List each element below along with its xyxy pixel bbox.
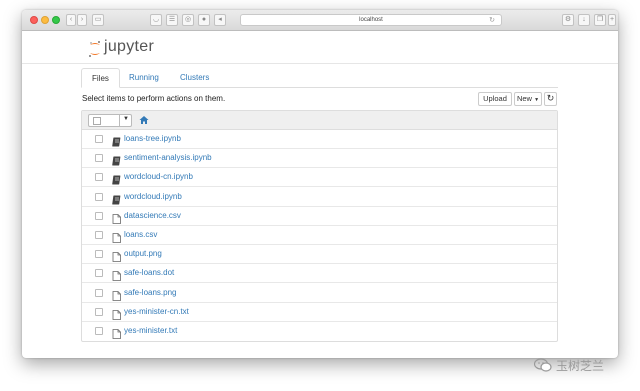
file-name-link[interactable]: safe-loans.dot (124, 268, 174, 277)
file-checkbox[interactable] (95, 250, 103, 259)
file-checkbox[interactable] (95, 192, 103, 201)
file-checkbox[interactable] (95, 154, 103, 163)
home-icon[interactable] (139, 115, 149, 125)
file-row[interactable]: sentiment-analysis.ipynb (82, 149, 557, 169)
pocket-icon[interactable]: ◡ (150, 14, 162, 26)
file-row[interactable]: wordcloud-cn.ipynb (82, 168, 557, 188)
file-icon (112, 211, 121, 224)
watermark-text: 玉树芝兰 (556, 359, 605, 373)
notebook-icon (112, 153, 121, 166)
file-icon (112, 268, 121, 282)
tabs-overview-icon[interactable]: ❐ (594, 14, 606, 26)
file-row[interactable]: safe-loans.png (82, 284, 557, 303)
reload-icon[interactable]: ↻ (489, 15, 495, 26)
address-bar-url: localhost (359, 17, 383, 23)
file-row[interactable]: loans-tree.ipynb (82, 130, 557, 149)
minimize-window-button[interactable] (41, 16, 49, 24)
file-icon (112, 288, 121, 301)
download-icon[interactable]: ↓ (578, 14, 590, 26)
file-name-link[interactable]: sentiment-analysis.ipynb (124, 153, 212, 162)
back-button[interactable]: ‹ (66, 14, 76, 26)
dropdown-divider (119, 115, 120, 126)
tab-bar: Files Running Clusters (81, 68, 558, 88)
file-name-link[interactable]: wordcloud.ipynb (124, 192, 182, 201)
file-icon (112, 249, 121, 263)
file-row[interactable]: datascience.csv (82, 207, 557, 226)
zoom-window-button[interactable] (52, 16, 60, 24)
file-checkbox[interactable] (95, 307, 103, 316)
file-name-link[interactable]: safe-loans.png (124, 288, 176, 297)
browser-window: ‹ › ▭ ◡ ☰ ◎ ● ◂ localhost ↻ ⚙ ↓ ❐ + jupy… (22, 10, 618, 358)
file-name-link[interactable]: loans.csv (124, 230, 157, 239)
brand-name[interactable]: jupyter (104, 38, 154, 56)
tab-files[interactable]: Files (81, 68, 120, 88)
address-bar[interactable]: localhost ↻ (240, 14, 502, 26)
tab-running[interactable]: Running (119, 68, 169, 88)
sound-icon[interactable]: ◂ (214, 14, 226, 26)
forward-button[interactable]: › (77, 14, 87, 26)
tab-clusters[interactable]: Clusters (170, 68, 219, 88)
jupyter-logo-icon[interactable] (88, 40, 102, 58)
file-name-link[interactable]: output.png (124, 249, 162, 258)
select-all-checkbox[interactable] (93, 117, 101, 125)
file-icon (112, 307, 121, 320)
file-row[interactable]: wordcloud.ipynb (82, 188, 557, 207)
settings-icon[interactable]: ⚙ (562, 14, 574, 26)
selection-instruction: Select items to perform actions on them. (82, 94, 226, 103)
upload-button[interactable]: Upload (478, 92, 512, 106)
file-checkbox[interactable] (95, 269, 103, 278)
file-name-link[interactable]: datascience.csv (124, 211, 181, 220)
share-icon[interactable]: ◎ (182, 14, 194, 26)
caret-down-icon[interactable]: ▼ (123, 116, 129, 122)
file-row[interactable]: safe-loans.dot (82, 264, 557, 284)
file-icon (112, 326, 121, 339)
file-list: ▼ loans-tree.ipynb sentiment-analysis.ipy… (81, 110, 558, 342)
file-row[interactable]: yes-minister.txt (82, 322, 557, 341)
notebook-icon (112, 134, 121, 147)
file-checkbox[interactable] (95, 288, 103, 297)
new-dropdown-button[interactable]: New ▼ (514, 92, 542, 106)
file-checkbox[interactable] (95, 173, 103, 182)
select-all-dropdown[interactable]: ▼ (88, 114, 132, 127)
file-name-link[interactable]: wordcloud-cn.ipynb (124, 172, 193, 181)
file-list-header: ▼ (82, 111, 557, 130)
file-checkbox[interactable] (95, 327, 103, 335)
file-name-link[interactable]: loans-tree.ipynb (124, 134, 181, 143)
file-name-link[interactable]: yes-minister-cn.txt (124, 307, 189, 316)
file-checkbox[interactable] (95, 231, 103, 239)
file-row[interactable]: output.png (82, 245, 557, 265)
browser-titlebar: ‹ › ▭ ◡ ☰ ◎ ● ◂ localhost ↻ ⚙ ↓ ❐ + (22, 10, 618, 31)
new-button-label: New (516, 94, 532, 103)
close-window-button[interactable] (30, 16, 38, 24)
reader-icon[interactable]: ☰ (166, 14, 178, 26)
sidebar-icon[interactable]: ▭ (92, 14, 104, 26)
jupyter-header: jupyter (22, 32, 618, 64)
file-checkbox[interactable] (95, 135, 103, 143)
file-icon (112, 230, 121, 243)
file-row[interactable]: loans.csv (82, 226, 557, 245)
file-checkbox[interactable] (95, 211, 103, 220)
new-tab-button[interactable]: + (608, 14, 616, 26)
privacy-icon[interactable]: ● (198, 14, 210, 26)
notebook-icon (112, 172, 121, 185)
notebook-icon (112, 192, 121, 205)
wechat-icon (534, 358, 552, 372)
file-row[interactable]: yes-minister-cn.txt (82, 303, 557, 322)
refresh-icon[interactable]: ↻ (544, 92, 557, 106)
caret-down-icon: ▼ (534, 97, 540, 103)
file-name-link[interactable]: yes-minister.txt (124, 326, 177, 335)
